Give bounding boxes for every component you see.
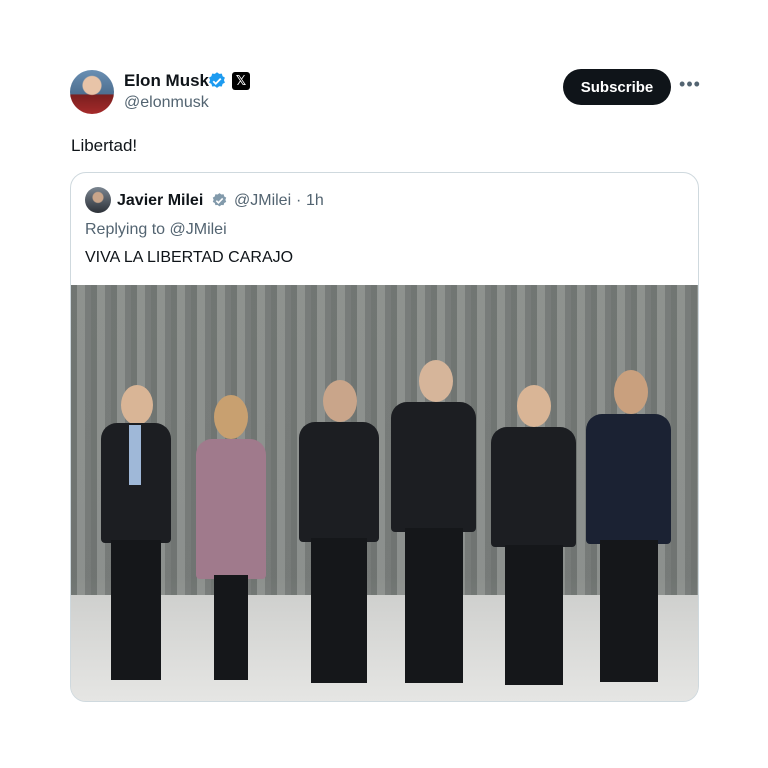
author-name[interactable]: Elon Musk	[124, 71, 209, 91]
quoted-timestamp[interactable]: 1h	[306, 192, 324, 210]
more-icon[interactable]: •••	[679, 75, 701, 98]
quoted-post-card[interactable]: Javier Milei @JMilei · 1h Replying to @J…	[70, 172, 699, 702]
person-3	[299, 380, 379, 685]
verified-gray-badge-icon	[212, 193, 227, 207]
person-5	[491, 385, 576, 685]
quoted-text: VIVA LA LIBERTAD CARAJO	[85, 249, 294, 266]
person-4	[391, 360, 476, 685]
subscribe-button[interactable]: Subscribe	[563, 69, 671, 105]
person-1	[101, 385, 171, 685]
author-avatar[interactable]	[70, 70, 114, 114]
verified-badge-icon	[209, 72, 225, 88]
x-logo-icon: 𝕏	[232, 72, 250, 90]
author-handle[interactable]: @elonmusk	[124, 94, 209, 112]
quoted-author-handle[interactable]: @JMilei	[234, 192, 291, 210]
quoted-separator: ·	[296, 192, 302, 209]
post-text: Libertad!	[71, 136, 138, 155]
person-6	[586, 370, 671, 685]
quoted-photo[interactable]	[71, 285, 698, 701]
replying-to: Replying to @JMilei	[85, 221, 227, 238]
person-2	[196, 395, 266, 685]
quoted-author-avatar[interactable]	[85, 187, 111, 213]
quoted-author-name[interactable]: Javier Milei	[117, 192, 203, 210]
